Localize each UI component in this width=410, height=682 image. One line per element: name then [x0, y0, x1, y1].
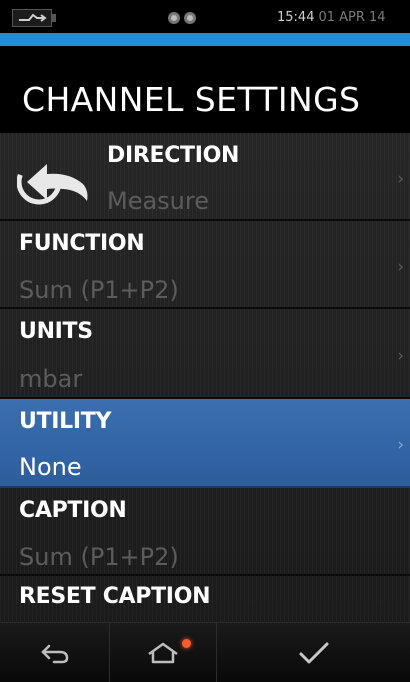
chevron-right-icon: › — [397, 346, 404, 366]
setting-row-reset-caption[interactable]: RESET CAPTION — [0, 576, 410, 622]
direction-arrow-icon — [17, 159, 88, 205]
home-icon — [148, 642, 178, 664]
accent-bar — [0, 33, 410, 46]
home-button[interactable] — [109, 623, 217, 682]
chevron-right-icon: › — [397, 257, 404, 277]
setting-value-direction: Measure — [107, 187, 209, 215]
bottom-nav-bar — [0, 622, 410, 682]
setting-label-units: UNITS — [19, 319, 93, 344]
status-bar: 15:44 01 APR 14 — [0, 0, 410, 33]
checkmark-icon — [299, 642, 328, 664]
settings-list: DIRECTION Measure › FUNCTION Sum (P1+P2)… — [0, 133, 410, 622]
page-title: CHANNEL SETTINGS — [22, 80, 361, 119]
title-bar: CHANNEL SETTINGS — [0, 46, 410, 133]
chevron-right-icon: › — [397, 435, 404, 455]
battery-charging-icon — [12, 9, 56, 27]
setting-row-caption[interactable]: CAPTION Sum (P1+P2) — [0, 488, 410, 576]
back-button[interactable] — [0, 623, 109, 682]
setting-label-function: FUNCTION — [19, 231, 145, 256]
status-time: 15:44 — [277, 10, 315, 25]
setting-label-utility: UTILITY — [19, 409, 112, 434]
setting-label-reset-caption: RESET CAPTION — [19, 584, 211, 609]
setting-row-function[interactable]: FUNCTION Sum (P1+P2) › — [0, 221, 410, 309]
status-clock: 15:44 01 APR 14 — [277, 10, 386, 25]
setting-label-caption: CAPTION — [19, 498, 127, 523]
setting-value-utility: None — [19, 453, 82, 481]
back-arrow-icon — [40, 644, 68, 664]
setting-value-caption: Sum (P1+P2) — [19, 543, 179, 571]
sd-card-icon — [168, 12, 196, 24]
chevron-right-icon: › — [397, 169, 404, 189]
setting-value-units: mbar — [19, 365, 83, 393]
status-date: 01 APR 14 — [318, 10, 386, 25]
setting-row-units[interactable]: UNITS mbar › — [0, 309, 410, 399]
setting-row-direction[interactable]: DIRECTION Measure › — [0, 133, 410, 221]
confirm-button[interactable] — [217, 623, 410, 682]
setting-value-function: Sum (P1+P2) — [19, 276, 179, 304]
notification-dot — [182, 639, 191, 648]
setting-label-direction: DIRECTION — [107, 143, 240, 168]
setting-row-utility[interactable]: UTILITY None › — [0, 399, 410, 488]
